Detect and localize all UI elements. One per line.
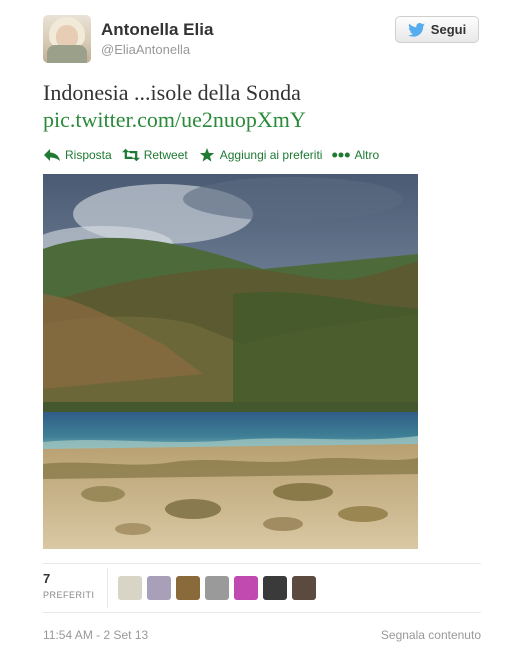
tweet-card: Antonella Elia @EliaAntonella Segui Indo… bbox=[0, 0, 527, 664]
favoriter-avatar[interactable] bbox=[292, 576, 316, 600]
more-button[interactable]: Altro bbox=[332, 148, 379, 162]
twitter-bird-icon bbox=[407, 22, 425, 37]
follow-label: Segui bbox=[430, 22, 467, 37]
reply-button[interactable]: Risposta bbox=[43, 148, 112, 162]
star-icon bbox=[199, 148, 214, 162]
retweet-button[interactable]: Retweet bbox=[121, 148, 188, 162]
favoriter-avatar[interactable] bbox=[234, 576, 258, 600]
divider bbox=[43, 612, 481, 613]
tweet-timestamp[interactable]: 11:54 AM - 2 Set 13 bbox=[43, 628, 148, 642]
more-label: Altro bbox=[354, 148, 380, 162]
favoriter-avatar[interactable] bbox=[205, 576, 229, 600]
tweet-text: Indonesia ...isole della Sonda bbox=[43, 80, 301, 105]
report-content-link[interactable]: Segnala contenuto bbox=[381, 628, 481, 642]
landscape-photo bbox=[43, 174, 418, 549]
favoriter-avatar[interactable] bbox=[147, 576, 171, 600]
favorite-label: Aggiungi ai preferiti bbox=[219, 148, 323, 162]
favorites-count[interactable]: 7 bbox=[43, 571, 50, 586]
retweet-icon bbox=[121, 148, 140, 162]
display-name[interactable]: Antonella Elia bbox=[101, 20, 213, 40]
tweet-media-link[interactable]: pic.twitter.com/ue2nuopXmY bbox=[43, 106, 306, 133]
favorites-label: PREFERITI bbox=[43, 590, 95, 600]
retweet-label: Retweet bbox=[143, 148, 188, 162]
user-avatar[interactable] bbox=[43, 15, 91, 63]
tweet-actions: Risposta Retweet Aggiungi ai preferiti A… bbox=[43, 146, 389, 164]
tweet-photo[interactable] bbox=[43, 174, 418, 549]
favoriter-avatar[interactable] bbox=[263, 576, 287, 600]
favoriter-avatar[interactable] bbox=[176, 576, 200, 600]
divider bbox=[43, 563, 481, 564]
follow-button[interactable]: Segui bbox=[395, 16, 479, 43]
reply-arrow-icon bbox=[44, 149, 60, 161]
favoriter-avatar[interactable] bbox=[118, 576, 142, 600]
more-dots-icon bbox=[332, 152, 351, 158]
reply-label: Risposta bbox=[65, 148, 112, 162]
favorite-button[interactable]: Aggiungi ai preferiti bbox=[198, 148, 323, 162]
favoriters-list bbox=[118, 576, 316, 600]
stats-separator bbox=[107, 568, 108, 608]
user-handle[interactable]: @EliaAntonella bbox=[101, 42, 190, 57]
